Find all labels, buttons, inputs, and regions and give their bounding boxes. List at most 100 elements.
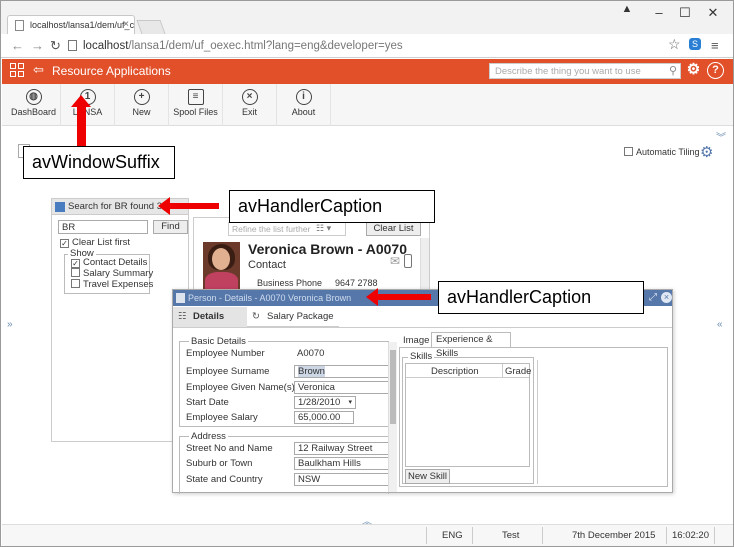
tab-details[interactable]: ☷ Details — [173, 307, 247, 327]
clear-list-button[interactable]: Clear List — [366, 222, 421, 236]
street-field[interactable]: 12 Railway Street — [294, 442, 389, 455]
employee-given-name-field[interactable]: Veronica — [294, 381, 389, 394]
minimize-button[interactable]: – — [645, 5, 673, 20]
annotation-arrowhead-up — [71, 95, 91, 107]
contact-details-label: Contact Details — [83, 257, 148, 268]
pane-divider — [537, 360, 538, 484]
page-icon — [15, 20, 24, 31]
find-button[interactable]: Find — [153, 220, 188, 234]
date-dropdown-icon[interactable]: ▾ — [348, 397, 352, 408]
help-icon[interactable]: ? — [707, 62, 724, 79]
star-icon[interactable]: ☆ — [668, 36, 681, 53]
salary-summary-label: Salary Summary — [83, 268, 154, 279]
panel-icon — [55, 202, 65, 212]
close-window-button[interactable]: ✕ — [699, 5, 727, 21]
search-value-input[interactable]: BR — [58, 220, 148, 234]
panel-icon — [176, 293, 185, 303]
description-column-header[interactable]: Description — [431, 366, 479, 377]
tab-close-icon[interactable]: × — [123, 16, 129, 34]
employee-salary-field[interactable]: 65,000.00 — [294, 411, 354, 424]
details-tab-icon: ☷ — [178, 311, 187, 322]
maximize-button[interactable]: ☐ — [671, 5, 699, 21]
state-field[interactable]: NSW — [294, 473, 389, 486]
result-scrollbar[interactable] — [420, 238, 429, 294]
user-icon[interactable]: ▲ — [613, 3, 641, 15]
menu-icon[interactable]: ≡ — [711, 38, 719, 53]
new-tab-button[interactable] — [136, 20, 166, 34]
maximize-panel-icon[interactable]: ⤢ — [649, 290, 657, 306]
suburb-label: Suburb or Town — [186, 458, 253, 469]
info-icon: i — [295, 89, 312, 105]
about-button[interactable]: i About — [277, 84, 331, 126]
exit-label: Exit — [241, 107, 257, 117]
employee-photo — [203, 242, 240, 290]
start-date-label: Start Date — [186, 397, 229, 408]
new-button[interactable]: + New — [115, 84, 169, 126]
app-search-input[interactable]: Describe the thing you want to use ⚲ — [489, 63, 681, 79]
automatic-tiling-checkbox[interactable]: Automatic Tiling — [624, 147, 700, 157]
annotation-handler-caption-1: avHandlerCaption — [229, 190, 435, 223]
url-host: localhost — [83, 40, 129, 52]
tab-details-label: Details — [193, 311, 225, 322]
employee-surname-value: Brown — [298, 366, 325, 377]
status-date: 7th December 2015 — [572, 530, 656, 541]
tiling-gear-icon[interactable]: ⚙ — [700, 143, 713, 161]
annotation-arrow-left-1 — [158, 197, 219, 215]
close-icon: × — [241, 89, 258, 105]
back-arrow-icon[interactable]: ⇦ — [33, 62, 44, 78]
exit-button[interactable]: × Exit — [223, 84, 277, 126]
browser-window: localhost/lansa1/dem/uf_c × ▲ – ☐ ✕ ← → … — [0, 0, 734, 547]
status-time: 16:02:20 — [672, 530, 709, 541]
app-title: Resource Applications — [52, 64, 171, 78]
mobile-icon[interactable] — [404, 254, 412, 268]
globe-icon: ◍ — [25, 89, 42, 105]
search-panel: Search for BR found 3 BR Find ✓ Clear Lis… — [51, 198, 189, 442]
result-name[interactable]: Veronica Brown - A0070 — [248, 241, 407, 257]
spool-files-button[interactable]: ≡ Spool Files — [169, 84, 223, 126]
dashboard-button[interactable]: ◍ DashBoard — [7, 84, 61, 126]
clear-list-first-label: Clear List first — [72, 237, 131, 248]
new-skill-button[interactable]: New Skill — [405, 469, 450, 484]
url-field[interactable]: localhost/lansa1/dem/uf_oexec.html?lang=… — [67, 37, 627, 55]
skype-icon[interactable]: S — [689, 38, 701, 50]
collapse-chevron-icon[interactable]: ︾ — [716, 129, 726, 144]
annotation-handler-caption-2: avHandlerCaption — [438, 281, 644, 314]
clear-list-first-checkbox[interactable]: ✓ Clear List first — [60, 237, 130, 248]
street-label: Street No and Name — [186, 443, 273, 454]
dashboard-label: DashBoard — [10, 107, 57, 117]
reload-icon[interactable]: ↻ — [50, 38, 61, 54]
start-date-field[interactable]: 1/28/2010 ▾ — [294, 396, 356, 409]
checkbox-box: ✓ — [71, 259, 80, 268]
skills-table[interactable]: Description Grade — [405, 363, 531, 467]
tab-salary-package-label: Salary Package — [267, 311, 334, 322]
scrollbar-thumb[interactable] — [390, 350, 396, 424]
status-language: ENG — [442, 530, 463, 541]
app-grid-icon[interactable] — [10, 63, 26, 79]
details-scrollbar[interactable] — [388, 342, 397, 492]
gear-icon[interactable]: ⚙ — [685, 62, 702, 79]
toolbar: ◍ DashBoard 1 LANSA + New ≡ Spool Files … — [2, 84, 733, 126]
tab-title: localhost/lansa1/dem/uf_c — [30, 20, 135, 30]
search-icon[interactable]: ⚲ — [669, 64, 677, 77]
email-icon[interactable]: ✉ — [390, 254, 400, 268]
expand-right-icon[interactable]: « — [717, 319, 723, 330]
browser-tab[interactable]: localhost/lansa1/dem/uf_c × — [7, 15, 135, 34]
close-panel-icon[interactable]: × — [661, 292, 672, 303]
grade-column-header[interactable]: Grade — [505, 366, 531, 377]
travel-expenses-checkbox[interactable]: Travel Expenses — [71, 279, 153, 290]
employee-number-value: A0070 — [297, 348, 325, 359]
expand-left-icon[interactable]: » — [7, 319, 13, 330]
tab-image[interactable]: Image — [399, 334, 431, 348]
tab-divider — [173, 327, 672, 328]
back-icon[interactable]: ← — [11, 38, 24, 53]
tab-experience-skills[interactable]: Experience & Skills — [431, 332, 511, 359]
automatic-tiling-label: Automatic Tiling — [636, 147, 700, 157]
salary-summary-checkbox[interactable]: Salary Summary — [71, 268, 153, 279]
employee-surname-field[interactable]: Brown — [294, 365, 389, 378]
person-details-panel: Person - Details - A0070 Veronica Brown … — [172, 289, 673, 494]
forward-icon[interactable]: → — [31, 38, 44, 53]
contact-details-checkbox[interactable]: ✓ Contact Details — [71, 257, 147, 268]
suburb-field[interactable]: Baulkham Hills — [294, 457, 389, 470]
tab-salary-package[interactable]: ↻ Salary Package — [247, 307, 339, 327]
list-icon[interactable]: ☷ ▾ — [316, 223, 331, 234]
